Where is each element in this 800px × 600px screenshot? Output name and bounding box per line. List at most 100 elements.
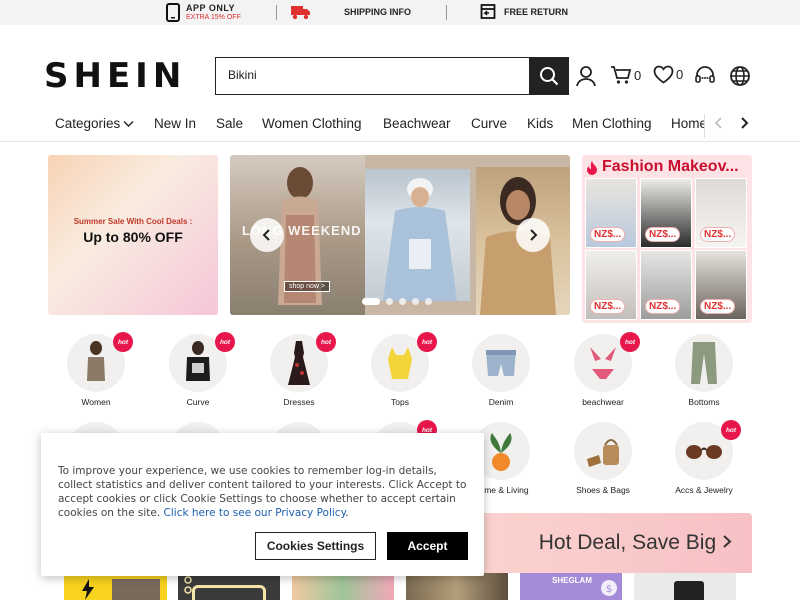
shipping-info-link[interactable]: SHIPPING INFO [290,3,411,21]
privacy-policy-link[interactable]: Click here to see our Privacy Policy [164,507,346,519]
heart-icon [653,65,674,84]
nav-item-kids[interactable]: Kids [527,116,553,131]
return-box-icon [480,4,496,19]
nav-item-new-in[interactable]: New In [154,116,196,131]
accept-cookies-button[interactable]: Accept [387,532,468,560]
category-image: hot [67,332,133,392]
category-denim[interactable]: Denim [461,334,541,407]
category-label: Denim [488,397,514,407]
summer-sale-banner[interactable]: Summer Sale With Cool Deals : Up to 80% … [48,155,218,315]
carousel-dot[interactable] [412,298,419,305]
shop-now-link[interactable]: shop now > [284,281,330,292]
category-label: Bottoms [688,397,720,407]
category-curve[interactable]: hot Curve [158,332,238,407]
category-accs-jewelry[interactable]: hot Accs & Jewelry [664,420,744,495]
category-image [675,334,733,392]
nav-item-categories[interactable]: Categories [55,116,134,131]
product-tile[interactable] [178,573,280,600]
price-badge: NZ$... [645,227,681,242]
hot-badge: hot [113,332,133,352]
plant-vase-icon [490,433,512,471]
shipping-info-label: SHIPPING INFO [344,7,412,17]
search-button[interactable] [529,58,568,94]
nav-item-beachwear[interactable]: Beachwear [383,116,451,131]
bikini-icon [590,347,616,379]
chevron-left-icon [262,229,270,241]
carousel-dot[interactable] [362,298,380,305]
cart-count: 0 [634,67,642,83]
category-label: beachwear [582,397,624,407]
category-label: Tops [391,397,409,407]
category-bottoms[interactable]: Bottoms [664,334,744,407]
app-only-label: APP ONLY [186,2,236,13]
product-tile[interactable]: NZ$... [585,250,637,320]
nav-item-curve[interactable]: Curve [471,116,507,131]
dot-icon [184,576,192,594]
nav-item-women-clothing[interactable]: Women Clothing [262,116,362,131]
product-tile[interactable]: NZ$... [640,250,692,320]
product-tile[interactable]: NZ$... [640,178,692,248]
category-women[interactable]: hot Women [56,332,136,407]
sheglam-tile[interactable]: SHEGLAM $ [520,573,622,600]
wishlist-button[interactable]: 0 [653,65,683,84]
model-figure [383,178,457,301]
cookie-period: . [345,507,349,519]
hot-deal-banner[interactable]: Hot Deal, Save Big [470,513,752,573]
phone-icon [166,3,180,22]
category-beachwear[interactable]: hot beachwear [563,332,643,407]
language-button[interactable] [729,65,751,87]
carousel-next-button[interactable] [516,218,550,252]
cookie-settings-button[interactable]: Cookies Settings [255,532,376,560]
fashion-makeover-title: Fashion Makeov... [586,158,739,176]
account-button[interactable] [575,65,597,87]
category-image: hot [675,420,741,480]
nav-item-men-clothing[interactable]: Men Clothing [572,116,652,131]
chevron-right-icon [723,535,732,548]
category-label: Dresses [283,397,315,407]
free-return-link[interactable]: FREE RETURN [480,3,568,20]
divider [446,5,447,20]
category-image [574,422,632,480]
app-only-promo[interactable]: APP ONLY EXTRA 15% OFF [166,3,241,22]
summer-sale-title: Up to 80% OFF [83,229,183,245]
nav-item-sale[interactable]: Sale [216,116,243,131]
category-shoes-bags[interactable]: Shoes & Bags [563,422,643,495]
product-image [192,585,266,600]
women-top-icon [87,341,105,381]
price-badge: NZ$... [590,227,626,242]
category-label: Curve [186,397,210,407]
carousel-dot[interactable] [425,298,432,305]
shein-logo[interactable]: SHEIN [44,56,186,96]
category-image: hot [371,332,437,392]
hero-carousel[interactable]: LONG WEEKEND shop now > [230,155,570,315]
hot-badge: hot [417,332,437,352]
product-tile[interactable] [292,573,394,600]
category-tops[interactable]: hot Tops [360,332,440,407]
product-tile[interactable] [406,573,508,600]
category-dresses[interactable]: hot Dresses [259,332,339,407]
chevron-left-icon[interactable] [714,116,724,130]
flash-sale-tile[interactable] [64,573,167,600]
sunglasses-icon [686,445,722,459]
hot-deal-label: Hot Deal, Save Big [538,531,717,554]
carousel-prev-button[interactable] [250,218,284,252]
product-tile[interactable]: NZ$... [695,250,747,320]
fashion-makeover-panel[interactable]: Fashion Makeov... NZ$... NZ$... NZ$... N… [582,155,752,323]
denim-shorts-icon [486,350,516,376]
carousel-dot[interactable] [386,298,393,305]
search-input[interactable]: Bikini [216,58,529,94]
product-tile[interactable]: NZ$... [695,178,747,248]
cart-button[interactable]: 0 [610,65,641,85]
support-button[interactable] [694,66,716,86]
search-box: Bikini [215,57,569,95]
hot-badge: hot [721,420,741,440]
carousel-dot[interactable] [399,298,406,305]
product-tile[interactable] [634,573,736,600]
price-badge: NZ$... [700,227,736,242]
product-tile[interactable]: NZ$... [585,178,637,248]
hot-badge: hot [316,332,336,352]
wishlist-count: 0 [676,67,684,82]
nav-item-home[interactable]: Home [671,116,707,131]
divider [276,5,277,20]
chevron-right-icon[interactable] [739,116,749,130]
